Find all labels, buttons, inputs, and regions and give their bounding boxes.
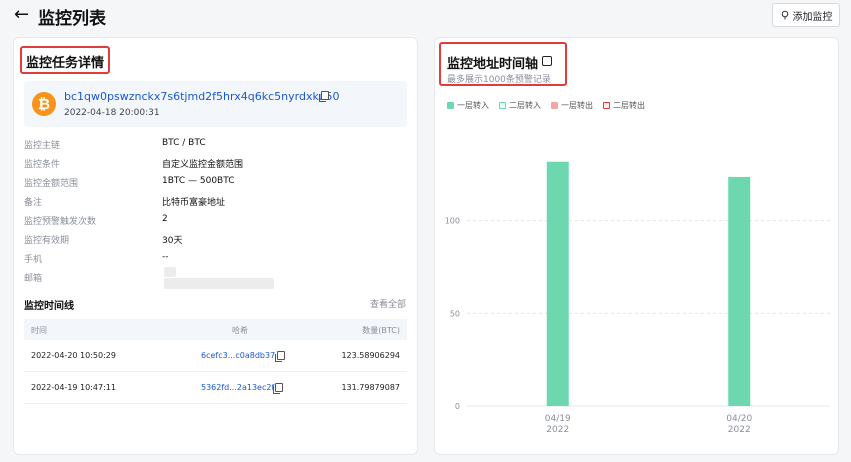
bar [728, 176, 751, 406]
info-value: -- [162, 252, 169, 262]
legend-item[interactable]: 二层转出 [603, 100, 645, 111]
info-label: 监控主链 [24, 141, 61, 151]
legend-swatch [447, 102, 454, 109]
address-box: ₿ bc1qw0pswznckx7s6tjmd2f5hrx4q6kc5nyrdx… [24, 81, 407, 127]
arrow-left-icon[interactable]: ← [14, 5, 29, 25]
info-label: 监控有效期 [24, 236, 70, 246]
copy-icon[interactable] [275, 351, 285, 362]
created-time: 2022-04-18 20:00:31 [64, 108, 160, 118]
view-all-link[interactable]: 查看全部 [370, 297, 406, 310]
chart-legend: 一层转入 二层转入 一层转出 二层转出 [447, 100, 645, 111]
legend-item[interactable]: 一层转出 [551, 100, 593, 111]
legend-label: 二层转出 [613, 101, 645, 110]
timeline-chart-title: 监控地址时间轴 [447, 57, 539, 72]
col-time: 时间 [31, 326, 47, 335]
add-monitor-label: 添加监控 [792, 11, 833, 23]
bar [546, 161, 569, 406]
legend-item[interactable]: 二层转入 [499, 100, 541, 111]
info-value: 自定义监控金额范围 [162, 160, 244, 170]
row-time: 2022-04-19 10:47:11 [31, 383, 116, 392]
col-hash: 哈希 [232, 326, 248, 335]
row-hash[interactable]: 5362fd...2a13ec2f [201, 383, 274, 392]
info-label: 邮箱 [24, 274, 43, 284]
timeline-chart-subtitle: 最多展示1000条预警记录 [447, 75, 551, 85]
monitored-address[interactable]: bc1qw0pswznckx7s6tjmd2f5hrx4q6kc5nyrdxku… [64, 90, 339, 103]
col-amount: 数量(BTC) [362, 326, 400, 335]
legend-swatch [499, 102, 506, 109]
timeline-title: 监控时间线 [24, 301, 74, 312]
timeline-table-header: 时间 哈希 数量(BTC) [24, 319, 407, 340]
copy-icon[interactable] [319, 91, 329, 102]
x-tick-label: 2022 [728, 425, 751, 435]
info-value: 1BTC — 500BTC [162, 176, 235, 186]
x-tick-label: 04/20 [726, 414, 752, 424]
table-row: 2022-04-20 10:50:29 6cefc3...c0a8db37 12… [24, 340, 407, 372]
page-title: 监控列表 [38, 9, 106, 29]
legend-label: 一层转出 [561, 101, 593, 110]
info-label: 监控金额范围 [24, 179, 79, 189]
legend-label: 一层转入 [457, 101, 489, 110]
location-pin-icon [781, 10, 788, 20]
legend-swatch [551, 102, 558, 109]
info-label: 监控预警触发次数 [24, 217, 97, 227]
x-tick-label: 04/19 [545, 414, 571, 424]
info-value: 2 [162, 214, 168, 224]
y-tick-label: 50 [450, 309, 460, 318]
expand-icon[interactable] [542, 56, 552, 66]
table-row: 2022-04-19 10:47:11 5362fd...2a13ec2f 13… [24, 372, 407, 404]
email-redacted [164, 267, 176, 277]
bitcoin-icon: ₿ [32, 92, 56, 116]
row-time: 2022-04-20 10:50:29 [31, 351, 116, 360]
info-value: 比特币富豪地址 [162, 198, 226, 208]
row-amount: 123.58906294 [341, 351, 400, 360]
legend-item[interactable]: 一层转入 [447, 100, 489, 111]
bar-chart: 05010004/19202204/202022 [445, 161, 830, 435]
x-tick-label: 2022 [546, 425, 569, 435]
info-label: 备注 [24, 198, 43, 208]
task-detail-title: 监控任务详情 [26, 56, 105, 71]
top-bar: ← 监控列表 添加监控 [0, 0, 851, 34]
address-timeline-card: 监控地址时间轴 最多展示1000条预警记录 一层转入 二层转入 一层转出 二层转… [434, 37, 839, 455]
task-detail-card: 监控任务详情 ₿ bc1qw0pswznckx7s6tjmd2f5hrx4q6k… [13, 37, 418, 455]
legend-swatch [603, 102, 610, 109]
legend-label: 二层转入 [509, 101, 541, 110]
row-amount: 131.79879087 [341, 383, 400, 392]
info-label: 监控条件 [24, 160, 61, 170]
y-tick-label: 0 [455, 402, 460, 411]
email-redacted [164, 278, 274, 289]
info-label: 手机 [24, 255, 43, 265]
add-monitor-button[interactable]: 添加监控 [772, 3, 840, 27]
y-tick-label: 100 [445, 217, 460, 226]
row-hash[interactable]: 6cefc3...c0a8db37 [201, 351, 275, 360]
info-value: BTC / BTC [162, 138, 206, 148]
info-value: 30天 [162, 236, 183, 246]
copy-icon[interactable] [273, 383, 283, 394]
